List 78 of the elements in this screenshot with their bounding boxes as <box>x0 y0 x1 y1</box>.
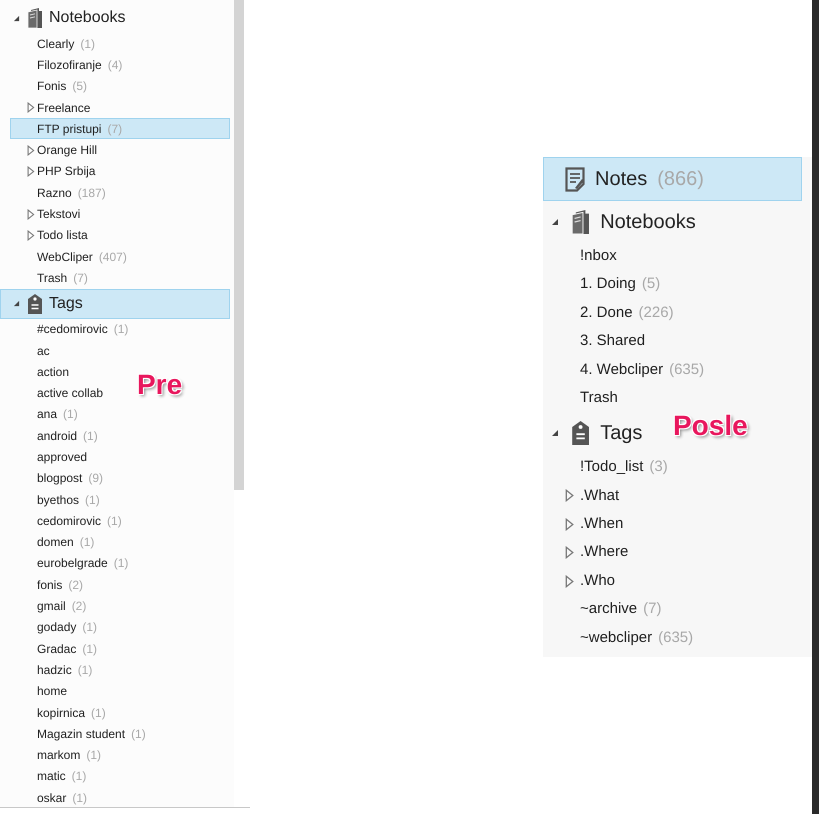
tree-item[interactable]: ana (1) <box>10 404 79 426</box>
tree-item[interactable]: ~webcliper (635) <box>543 624 694 652</box>
tree-item[interactable]: .When <box>543 510 624 539</box>
collapsed-triangle-icon[interactable] <box>565 574 574 588</box>
tree-item[interactable]: action <box>10 361 70 382</box>
tree-item[interactable]: cedomirovic (1) <box>10 510 123 532</box>
tree-item[interactable]: Freelance <box>10 96 92 118</box>
expanded-triangle-icon[interactable] <box>551 218 559 226</box>
tree-item[interactable]: byethos (1) <box>10 488 101 510</box>
tree-item[interactable]: android (1) <box>10 425 99 446</box>
tree-item[interactable]: eurobelgrade (1) <box>10 552 130 574</box>
tree-item[interactable]: Trash (7) <box>10 267 89 289</box>
section-header[interactable]: Tags <box>0 288 230 319</box>
section-header[interactable]: Notebooks <box>543 201 707 242</box>
tree-item[interactable]: .Who <box>543 566 616 596</box>
tree-item[interactable]: Clearly (1) <box>10 33 96 54</box>
section-title: Notebooks <box>600 210 696 234</box>
collapsed-triangle-icon[interactable] <box>27 208 35 220</box>
tag-icon <box>571 420 590 445</box>
tree-item[interactable]: PHP Srbija <box>10 160 96 182</box>
collapsed-triangle-icon[interactable] <box>27 230 35 241</box>
tree-item[interactable]: ac <box>10 340 51 362</box>
annotation-label: Pre <box>137 368 182 402</box>
section-title: Tags <box>49 294 83 314</box>
section-header[interactable]: Notebooks <box>0 3 126 33</box>
note-icon <box>565 166 585 192</box>
tree-item[interactable]: !nbox <box>543 242 618 270</box>
tree-item[interactable]: ~archive (7) <box>543 595 662 624</box>
tree-item[interactable]: matic (1) <box>10 766 88 788</box>
tree-item[interactable]: !Todo_list (3) <box>543 453 669 482</box>
expanded-triangle-icon[interactable] <box>12 300 20 308</box>
tree-item[interactable]: .What <box>543 482 620 510</box>
collapsed-triangle-icon[interactable] <box>565 546 574 560</box>
section-title: Notebooks <box>49 8 126 28</box>
collapsed-triangle-icon[interactable] <box>27 144 35 156</box>
tree-item[interactable]: blogpost (9) <box>10 468 104 489</box>
tree-item[interactable]: Filozofiranje (4) <box>10 54 124 76</box>
tree-item[interactable]: hadzic (1) <box>10 659 94 681</box>
tree-item[interactable]: Razno (187) <box>10 182 107 204</box>
tag-icon <box>27 294 43 314</box>
tree-item[interactable]: Todo lista <box>10 224 89 246</box>
tree-item[interactable]: 4. Webcliper (635) <box>543 356 706 384</box>
tree-item[interactable]: godady (1) <box>10 616 98 638</box>
tree-item[interactable]: oskar (1) <box>10 787 88 807</box>
collapsed-triangle-icon[interactable] <box>27 166 35 177</box>
tree-item[interactable]: FTP pristupi (7) <box>10 118 230 140</box>
expanded-triangle-icon[interactable] <box>12 14 20 22</box>
tree-item[interactable]: Fonis (5) <box>10 76 88 97</box>
annotation-label: Posle <box>673 409 748 443</box>
tree-item[interactable]: Orange Hill <box>10 139 98 161</box>
tree-item[interactable]: .Where <box>543 538 630 567</box>
collapsed-triangle-icon[interactable] <box>565 518 574 531</box>
section-title: Tags <box>600 420 642 446</box>
tree-item[interactable]: home <box>10 680 68 702</box>
tree-item[interactable]: gmail (2) <box>10 595 88 617</box>
collapsed-triangle-icon[interactable] <box>565 489 574 502</box>
tree-item[interactable]: active collab <box>10 382 104 404</box>
notes-row[interactable]: Notes (866) <box>543 157 802 201</box>
tree-item[interactable]: domen (1) <box>10 532 96 553</box>
notebook-icon <box>27 8 43 28</box>
tree-item[interactable]: Magazin student (1) <box>10 723 147 744</box>
section-header[interactable]: Tags <box>543 412 654 454</box>
tree-item[interactable]: #cedomirovic (1) <box>10 318 130 340</box>
collapsed-triangle-icon[interactable] <box>27 102 35 114</box>
tree-item[interactable]: fonis (2) <box>10 574 84 596</box>
expanded-triangle-icon[interactable] <box>551 428 559 437</box>
tree-item[interactable]: approved <box>10 446 88 468</box>
tree-item[interactable]: 1. Doing (5) <box>543 270 662 299</box>
notebook-icon <box>571 210 590 234</box>
tree-item[interactable]: WebCliper (407) <box>10 246 128 268</box>
tree-item[interactable]: markom (1) <box>10 744 102 766</box>
tree-item[interactable]: kopirnica (1) <box>10 702 107 724</box>
tree-item[interactable]: Gradac (1) <box>10 638 98 660</box>
tree-item[interactable]: Trash <box>543 384 619 412</box>
tree-item[interactable]: 3. Shared <box>543 327 646 356</box>
tree-item[interactable]: 2. Done (226) <box>543 298 675 328</box>
tree-item[interactable]: Tekstovi <box>10 203 82 225</box>
scrollbar-thumb[interactable] <box>234 0 244 490</box>
